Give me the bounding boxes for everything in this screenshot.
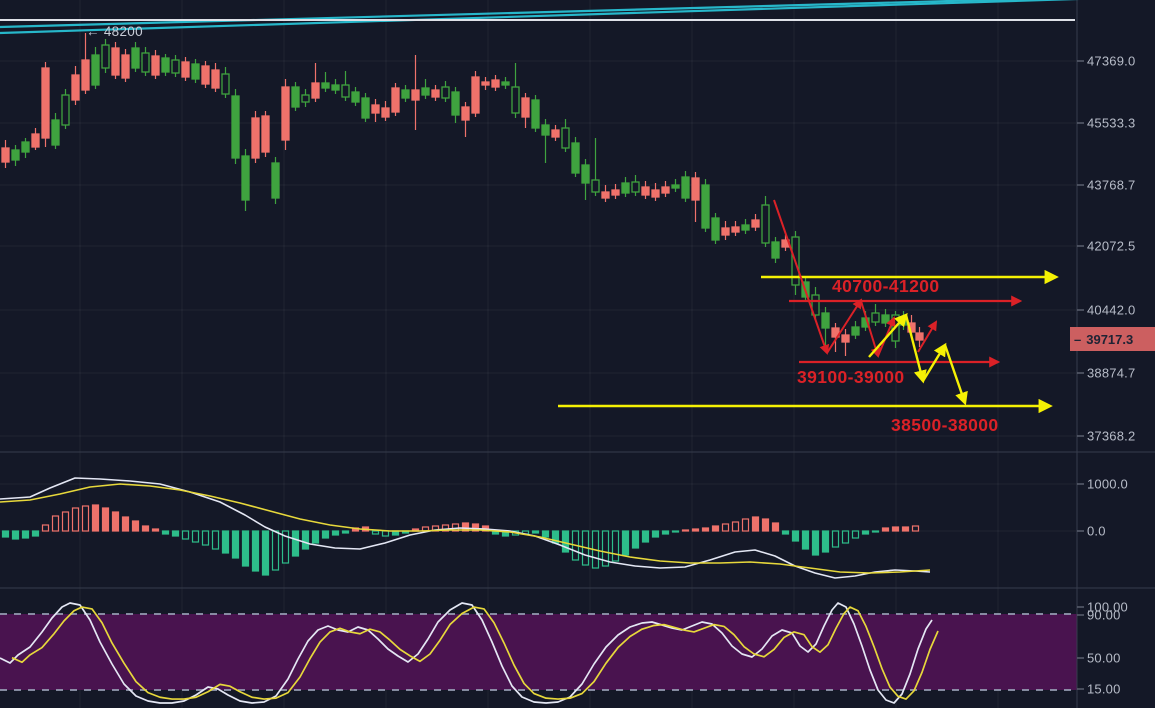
last-price-label: – 39717.3 (1070, 327, 1155, 351)
price-tick-label: 42072.5 (1087, 238, 1136, 254)
stochastic-band (0, 613, 1077, 691)
target-zone-label[interactable]: 38500-38000 (891, 415, 999, 436)
price-tick-label: 37368.2 (1087, 428, 1136, 444)
price-tick-label: 40442.0 (1087, 302, 1136, 318)
price-tick-label: 45533.3 (1087, 115, 1136, 131)
stoch-tick-label: 15.00 (1087, 681, 1121, 697)
price-tick-label: 47369.0 (1087, 53, 1136, 69)
trendlines[interactable] (0, 0, 1108, 35)
resistance-zone-label[interactable]: 40700-41200 (832, 276, 940, 297)
candlestick-series (1, 33, 924, 356)
stoch-tick-label: 90.00 (1087, 607, 1121, 623)
stoch-tick-label: 50.00 (1087, 650, 1121, 666)
support-zone-label[interactable]: 39100-39000 (797, 367, 905, 388)
chart-canvas[interactable] (0, 0, 1155, 708)
macd-tick-label: 0.0 (1087, 523, 1106, 539)
price-tick-label: 43768.7 (1087, 177, 1136, 193)
trading-chart-window: 47369.0 45533.3 43768.7 42072.5 40442.0 38874… (0, 0, 1155, 708)
broken-high-label[interactable]: ← 48200 (86, 24, 143, 39)
last-price-value: 39717.3 (1086, 331, 1134, 347)
pane-separators (0, 0, 1155, 708)
macd-indicator (0, 477, 931, 579)
last-price-dash: – (1074, 331, 1082, 347)
price-tick-label: 38874.7 (1087, 365, 1136, 381)
macd-tick-label: 1000.0 (1087, 476, 1128, 492)
